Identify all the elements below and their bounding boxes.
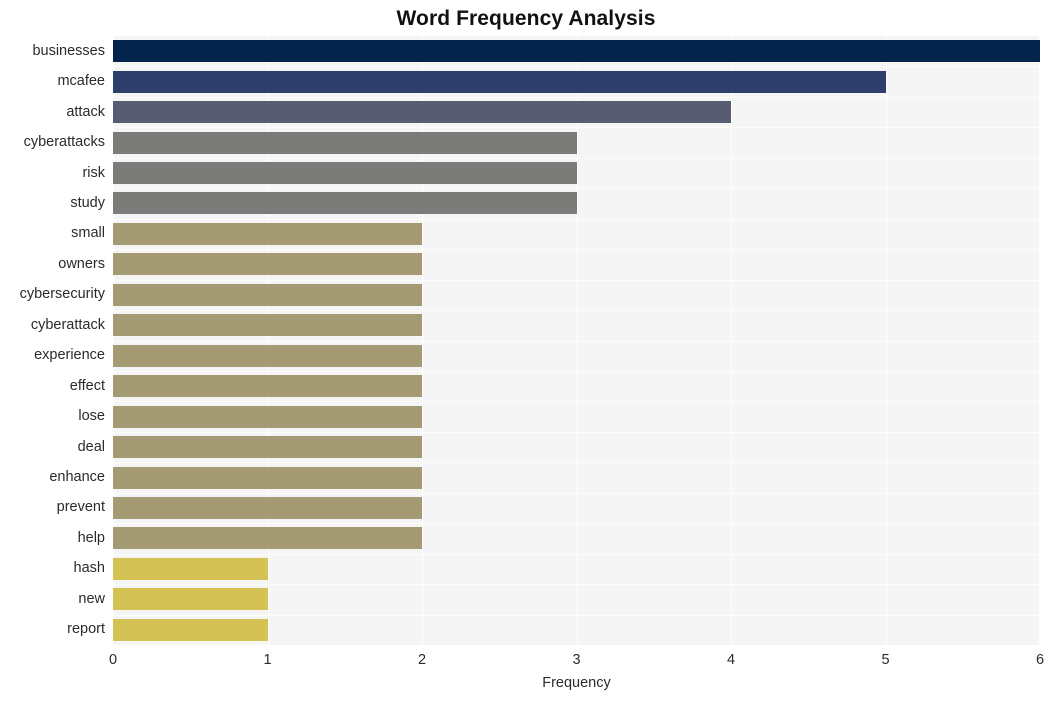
bar[interactable] (113, 101, 731, 124)
y-axis-tick-label: risk (82, 164, 105, 181)
y-axis-tick-label: small (71, 225, 105, 242)
y-axis-labels: businesses mcafee attack cyberattacks risk st… (0, 36, 105, 645)
y-axis-tick-label: effect (69, 377, 105, 394)
bar[interactable] (113, 588, 268, 611)
bar[interactable] (113, 253, 422, 276)
x-axis-tick-label: 5 (881, 652, 890, 668)
bar[interactable] (113, 131, 577, 154)
x-axis-tick-label: 2 (417, 652, 427, 668)
bar[interactable] (113, 527, 422, 550)
y-axis-tick-label: study (70, 194, 105, 211)
chart-title: Word Frequency Analysis (396, 7, 656, 30)
y-axis-tick-label: attack (66, 103, 105, 120)
x-axis-tick-label: 0 (108, 652, 118, 668)
x-axis-tick-label: 1 (263, 652, 272, 668)
bar-series (113, 36, 1040, 645)
y-axis-tick-label: cyberattacks (23, 134, 105, 151)
y-axis-tick-label: mcafee (57, 73, 105, 90)
y-axis-tick-label: prevent (56, 499, 105, 516)
y-axis-tick-label: hash (73, 560, 105, 577)
y-axis-tick-label: experience (34, 347, 105, 364)
x-axis-tick-label: 6 (1035, 652, 1045, 668)
y-axis-tick-label: cyberattack (30, 316, 105, 333)
bar[interactable] (113, 496, 422, 519)
bar[interactable] (113, 283, 422, 306)
y-axis-tick-label: owners (58, 255, 105, 272)
bar[interactable] (113, 405, 422, 428)
x-axis-tick-label: 4 (726, 652, 736, 668)
y-axis-tick-label: enhance (49, 469, 105, 486)
y-axis-tick-label: new (78, 590, 105, 607)
plot-area (113, 36, 1040, 645)
x-axis-title: Frequency (542, 675, 611, 691)
bar[interactable] (113, 162, 577, 185)
bar[interactable] (113, 344, 422, 367)
bar[interactable] (113, 466, 422, 489)
bar[interactable] (113, 618, 268, 641)
bar[interactable] (113, 375, 422, 398)
y-axis-tick-label: businesses (32, 42, 105, 59)
y-axis-tick-label: lose (78, 408, 105, 425)
y-axis-tick-label: cybersecurity (19, 286, 105, 303)
bar[interactable] (113, 314, 422, 337)
bar[interactable] (113, 222, 422, 245)
y-axis-tick-label: help (77, 529, 105, 546)
x-axis-tick-label: 3 (572, 652, 581, 668)
bar[interactable] (113, 436, 422, 459)
y-axis-tick-label: deal (77, 438, 105, 455)
word-frequency-chart: Word Frequency Analysis businesses mcafee… (0, 0, 1052, 701)
y-axis-tick-label: report (67, 621, 105, 638)
bar[interactable] (113, 557, 268, 580)
bar[interactable] (113, 40, 1040, 63)
bar[interactable] (113, 70, 886, 93)
bar[interactable] (113, 192, 577, 215)
